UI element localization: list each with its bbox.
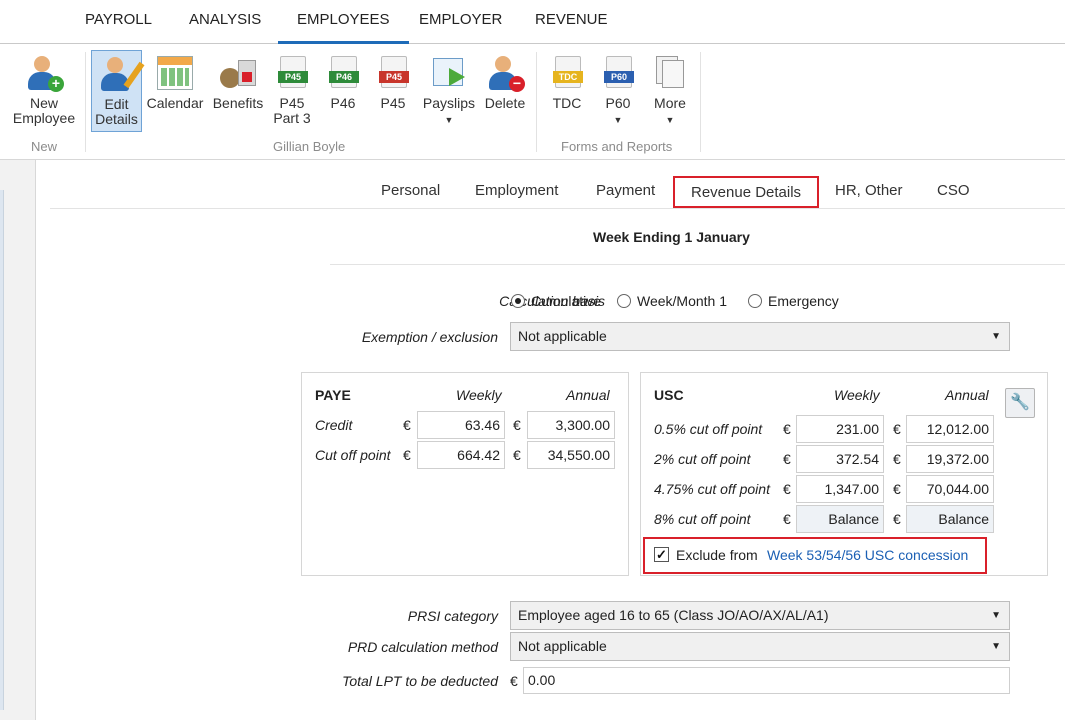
tab-hr-other[interactable]: HR, Other: [819, 176, 919, 208]
usc-row-label: 0.5% cut off point: [654, 421, 763, 437]
radio-week-month-1[interactable]: Week/Month 1: [617, 293, 727, 309]
group-label-employee: Gillian Boyle: [273, 139, 346, 154]
week-ending-title: Week Ending 1 January: [593, 229, 750, 245]
tdc-button[interactable]: TDC TDC: [546, 50, 588, 132]
benefits-button[interactable]: Benefits: [210, 50, 266, 132]
p45-part3-button[interactable]: P45 P45 Part 3: [270, 50, 314, 132]
tab-personal[interactable]: Personal: [365, 176, 456, 208]
paye-cutoff-label: Cut off point: [315, 447, 391, 463]
menu-tab-employees[interactable]: EMPLOYEES: [278, 0, 409, 44]
usc-2-annual[interactable]: 19,372.00: [906, 445, 994, 473]
usc-475-weekly[interactable]: 1,347.00: [796, 475, 884, 503]
radio-cumulative[interactable]: Cumulative: [511, 293, 601, 309]
prsi-label: PRSI category: [407, 608, 498, 624]
exclude-usc-checkbox[interactable]: ✓: [654, 547, 669, 562]
top-menu-bar: PAYROLL ANALYSIS EMPLOYEES EMPLOYER REVE…: [0, 0, 1065, 44]
menu-tab-payroll[interactable]: PAYROLL: [66, 0, 171, 44]
p45-red-form-icon: P45: [375, 54, 411, 92]
p45-button[interactable]: P45 P45: [372, 50, 414, 132]
lpt-label: Total LPT to be deducted: [342, 673, 498, 689]
new-employee-button[interactable]: + New Employee: [10, 50, 78, 132]
menu-tab-analysis[interactable]: ANALYSIS: [170, 0, 280, 44]
p46-button[interactable]: P46 P46: [322, 50, 364, 132]
usc-row-label: 2% cut off point: [654, 451, 751, 467]
usc-row-label: 8% cut off point: [654, 511, 751, 527]
usc-8-annual: Balance: [906, 505, 994, 533]
exclude-label: Exclude from: [676, 547, 758, 563]
usc-title: USC: [654, 387, 684, 403]
usc-row-label: 4.75% cut off point: [654, 481, 770, 497]
p45-form-icon: P45: [274, 54, 310, 92]
menu-tab-employer[interactable]: EMPLOYER: [400, 0, 521, 44]
prsi-category-select[interactable]: Employee aged 16 to 65 (Class JO/AO/AX/A…: [510, 601, 1010, 630]
documents-stack-icon: [652, 54, 688, 92]
exemption-select[interactable]: Not applicable ▼: [510, 322, 1010, 351]
usc-05-annual[interactable]: 12,012.00: [906, 415, 994, 443]
delete-employee-icon: −: [487, 54, 525, 92]
group-label-new: New: [31, 139, 58, 154]
prd-method-select[interactable]: Not applicable ▼: [510, 632, 1010, 661]
tab-cso[interactable]: CSO: [921, 176, 986, 208]
tab-payment[interactable]: Payment: [580, 176, 671, 208]
usc-475-annual[interactable]: 70,044.00: [906, 475, 994, 503]
lpt-amount-input[interactable]: 0.00: [523, 667, 1010, 694]
benefits-icon: [220, 54, 256, 92]
paye-cutoff-annual[interactable]: 34,550.00: [527, 441, 615, 469]
calendar-button[interactable]: Calendar: [146, 50, 204, 132]
usc-annual-header: Annual: [945, 387, 989, 403]
tdc-form-icon: TDC: [549, 54, 585, 92]
dropdown-arrow-icon: ▼: [665, 115, 675, 125]
dropdown-arrow-icon: ▼: [613, 115, 623, 125]
wrench-settings-icon[interactable]: 🔧: [1005, 388, 1035, 418]
chevron-down-icon: ▼: [991, 610, 1001, 621]
edit-details-button[interactable]: Edit Details: [91, 50, 144, 132]
calendar-icon: [157, 54, 193, 92]
radio-emergency[interactable]: Emergency: [748, 293, 839, 309]
paye-annual-header: Annual: [566, 387, 610, 403]
usc-concession-link[interactable]: Week 53/54/56 USC concession: [767, 547, 968, 563]
tab-employment[interactable]: Employment: [459, 176, 574, 208]
new-employee-icon: +: [26, 54, 64, 92]
paye-credit-annual[interactable]: 3,300.00: [527, 411, 615, 439]
edit-details-icon: [99, 55, 144, 93]
paye-credit-label: Credit: [315, 417, 353, 433]
p46-form-icon: P46: [325, 54, 361, 92]
prd-label: PRD calculation method: [347, 639, 498, 655]
p60-button[interactable]: P60 P60 ▼: [597, 50, 639, 132]
payslips-icon: [431, 54, 467, 92]
exemption-label: Exemption / exclusion: [361, 329, 498, 345]
chevron-down-icon: ▼: [991, 641, 1001, 652]
usc-2-weekly[interactable]: 372.54: [796, 445, 884, 473]
usc-05-weekly[interactable]: 231.00: [796, 415, 884, 443]
exclude-usc-concession-highlight: ✓ Exclude from Week 53/54/56 USC concess…: [643, 537, 987, 574]
p60-form-icon: P60: [600, 54, 636, 92]
usc-weekly-header: Weekly: [834, 387, 880, 403]
tab-revenue-details[interactable]: Revenue Details: [673, 176, 820, 208]
more-button[interactable]: More ▼: [648, 50, 692, 132]
usc-8-weekly: Balance: [796, 505, 884, 533]
paye-title: PAYE: [315, 387, 351, 403]
left-side-panel: [0, 160, 36, 720]
dropdown-arrow-icon: ▼: [444, 115, 454, 125]
paye-credit-weekly[interactable]: 63.46: [417, 411, 505, 439]
delete-button[interactable]: − Delete: [482, 50, 528, 132]
paye-weekly-header: Weekly: [456, 387, 502, 403]
group-label-forms: Forms and Reports: [561, 139, 673, 154]
paye-cutoff-weekly[interactable]: 664.42: [417, 441, 505, 469]
chevron-down-icon: ▼: [991, 331, 1001, 342]
ribbon: + New Employee Edit Details Calendar Ben…: [0, 44, 1065, 160]
payslips-button[interactable]: Payslips ▼: [422, 50, 476, 132]
menu-tab-revenue[interactable]: REVENUE: [516, 0, 627, 44]
